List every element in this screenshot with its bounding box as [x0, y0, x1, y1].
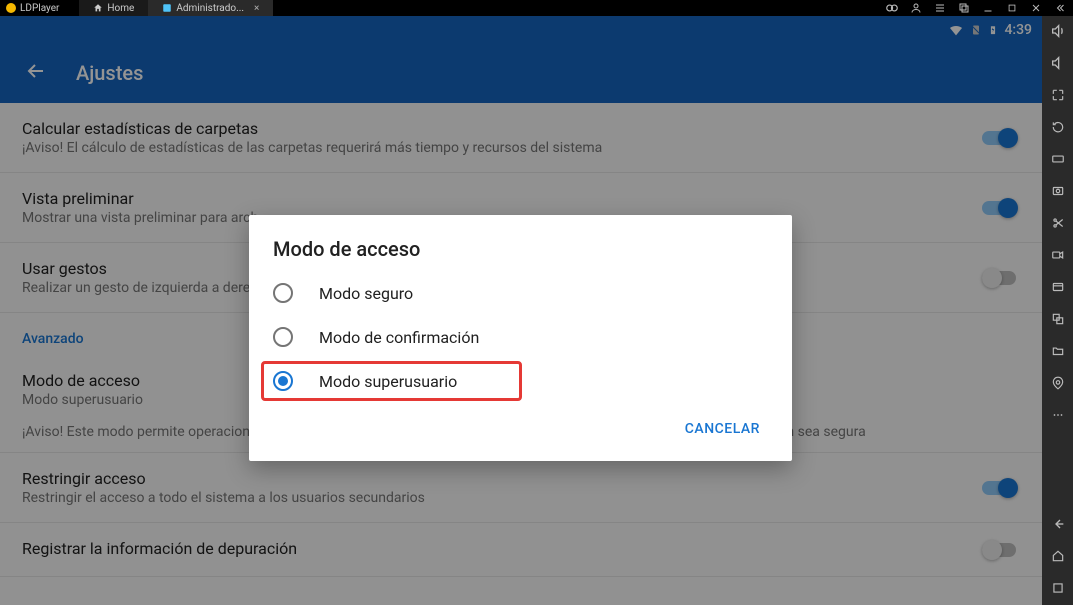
emulator-screen: 4:39 Ajustes Calcular estadísticas de ca…: [0, 16, 1042, 605]
dialog-title: Modo de acceso: [249, 237, 792, 271]
home-icon: [93, 3, 103, 13]
ldplayer-logo-icon: [6, 3, 16, 13]
app-icon: [162, 3, 172, 13]
tab-home[interactable]: Home: [79, 0, 148, 16]
radio-option-safe-mode[interactable]: Modo seguro: [249, 271, 792, 315]
multi-window-icon[interactable]: [957, 1, 971, 15]
menu-icon[interactable]: [933, 1, 947, 15]
tab-label: Administrado...: [176, 3, 244, 14]
window-titlebar: LDPlayer Home Administrado... ×: [0, 0, 1073, 16]
emulator-toolbar: [1042, 16, 1073, 605]
android-recents-icon[interactable]: [1049, 579, 1067, 597]
android-back-icon[interactable]: [1049, 515, 1067, 533]
radio-label: Modo seguro: [319, 284, 413, 303]
radio-label: Modo de confirmación: [319, 328, 479, 347]
android-home-icon[interactable]: [1049, 547, 1067, 565]
radio-label: Modo superusuario: [319, 372, 457, 391]
close-tab-icon[interactable]: ×: [254, 3, 259, 14]
account-icon[interactable]: [909, 1, 923, 15]
record-icon[interactable]: [1049, 246, 1067, 264]
shared-folder-icon[interactable]: [1049, 342, 1067, 360]
minimize-icon[interactable]: [981, 1, 995, 15]
rotate-icon[interactable]: [1049, 118, 1067, 136]
tab-administrador[interactable]: Administrado... ×: [148, 0, 273, 16]
collapse-sidebar-icon[interactable]: [1053, 1, 1067, 15]
radio-option-confirm-mode[interactable]: Modo de confirmación: [249, 315, 792, 359]
volume-up-icon[interactable]: [1049, 22, 1067, 40]
maximize-icon[interactable]: [1005, 1, 1019, 15]
access-mode-dialog: Modo de acceso Modo seguro Modo de confi…: [249, 215, 792, 461]
volume-down-icon[interactable]: [1049, 54, 1067, 72]
close-window-icon[interactable]: [1029, 1, 1043, 15]
window-tabs: Home Administrado... ×: [79, 0, 273, 16]
more-icon[interactable]: [1049, 406, 1067, 424]
app-name: LDPlayer: [20, 3, 59, 14]
operation-record-icon[interactable]: [1049, 278, 1067, 296]
multi-instance-icon[interactable]: [1049, 310, 1067, 328]
radio-icon: [273, 371, 293, 391]
gamepad-icon[interactable]: [885, 1, 899, 15]
fullscreen-icon[interactable]: [1049, 86, 1067, 104]
tab-label: Home: [107, 3, 134, 14]
screenshot-icon[interactable]: [1049, 182, 1067, 200]
radio-option-superuser-mode[interactable]: Modo superusuario: [249, 359, 792, 403]
scissors-icon[interactable]: [1049, 214, 1067, 232]
radio-icon: [273, 327, 293, 347]
cancel-button[interactable]: CANCELAR: [675, 413, 770, 445]
location-icon[interactable]: [1049, 374, 1067, 392]
keyboard-icon[interactable]: [1049, 150, 1067, 168]
radio-icon: [273, 283, 293, 303]
